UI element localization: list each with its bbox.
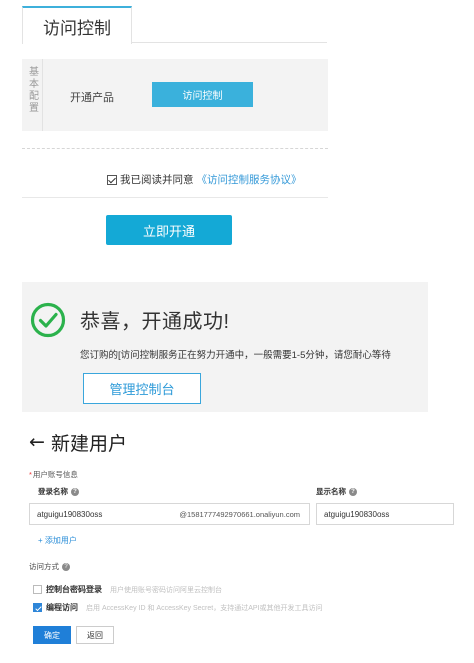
- access-mode-label: 访问方式?: [29, 561, 70, 572]
- confirm-button[interactable]: 确定: [33, 626, 71, 644]
- display-name-label: 显示名称?: [316, 486, 357, 497]
- open-now-button[interactable]: 立即开通: [106, 215, 232, 245]
- login-name-input[interactable]: atguigu190830oss @1581777492970661.onali…: [29, 503, 310, 525]
- add-user-link[interactable]: + 添加用户: [38, 535, 77, 546]
- display-name-value: atguigu190830oss: [324, 510, 390, 519]
- console-access-checkbox[interactable]: [33, 585, 42, 594]
- programmatic-access-option[interactable]: 编程访问 启用 AccessKey ID 和 AccessKey Secret，…: [33, 602, 323, 613]
- page-title: 新建用户: [51, 434, 128, 455]
- success-message: 您订购的[访问控制服务正在努力开通中，一般需要1-5分钟，请您耐心等待: [80, 350, 391, 361]
- agree-checkbox[interactable]: [107, 174, 117, 185]
- programmatic-access-checkbox[interactable]: [33, 603, 42, 612]
- product-label: 开通产品: [70, 92, 114, 104]
- login-domain-suffix: @1581777492970661.onaliyun.com: [179, 510, 300, 519]
- basic-config-row: 基本配置 开通产品 访问控制: [22, 59, 328, 131]
- management-console-button[interactable]: 管理控制台: [83, 373, 201, 404]
- tab-bar: 访问控制: [22, 0, 327, 44]
- dashed-divider: [22, 148, 328, 149]
- access-mode-label-text: 访问方式: [29, 562, 59, 571]
- console-password-option[interactable]: 控制台密码登录 用户使用账号密码访问阿里云控制台: [33, 584, 222, 595]
- console-access-label: 控制台密码登录: [46, 585, 102, 594]
- required-mark: *: [29, 470, 32, 479]
- agree-text: 我已阅读并同意: [120, 174, 194, 186]
- login-name-label: 登录名称?: [38, 486, 79, 497]
- back-button[interactable]: 返回: [76, 626, 114, 644]
- help-icon[interactable]: ?: [349, 488, 357, 497]
- product-option-access-control[interactable]: 访问控制: [152, 82, 253, 107]
- back-arrow-icon[interactable]: ←: [29, 431, 45, 453]
- tab-access-control[interactable]: 访问控制: [22, 6, 132, 44]
- divider: [42, 59, 43, 131]
- success-title: 恭喜，开通成功!: [80, 311, 230, 333]
- display-name-label-text: 显示名称: [316, 487, 346, 496]
- divider: [22, 197, 328, 198]
- activation-panel: 访问控制 基本配置 开通产品 访问控制 我已阅读并同意 《访问控制服务协议》 立…: [0, 0, 474, 262]
- programmatic-access-description: 启用 AccessKey ID 和 AccessKey Secret，支持通过A…: [86, 604, 323, 612]
- login-name-value: atguigu190830oss: [37, 510, 103, 519]
- success-panel: 恭喜，开通成功! 您订购的[访问控制服务正在努力开通中，一般需要1-5分钟，请您…: [22, 282, 428, 412]
- agreement-row: 我已阅读并同意 《访问控制服务协议》: [107, 172, 302, 187]
- user-account-section-label: *用户账号信息: [29, 469, 78, 480]
- new-user-form: ← 新建用户 *用户账号信息 登录名称? 显示名称? atguigu190830…: [0, 420, 474, 663]
- help-icon[interactable]: ?: [71, 488, 79, 497]
- programmatic-access-label: 编程访问: [46, 603, 78, 612]
- display-name-input[interactable]: atguigu190830oss: [316, 503, 454, 525]
- help-icon[interactable]: ?: [62, 563, 70, 572]
- success-check-icon: [30, 302, 66, 338]
- service-agreement-link[interactable]: 《访问控制服务协议》: [197, 172, 302, 187]
- side-label-basic-config: 基本配置: [29, 67, 39, 114]
- login-name-label-text: 登录名称: [38, 487, 68, 496]
- console-access-description: 用户使用账号密码访问阿里云控制台: [110, 586, 222, 594]
- section-label-text: 用户账号信息: [32, 470, 78, 479]
